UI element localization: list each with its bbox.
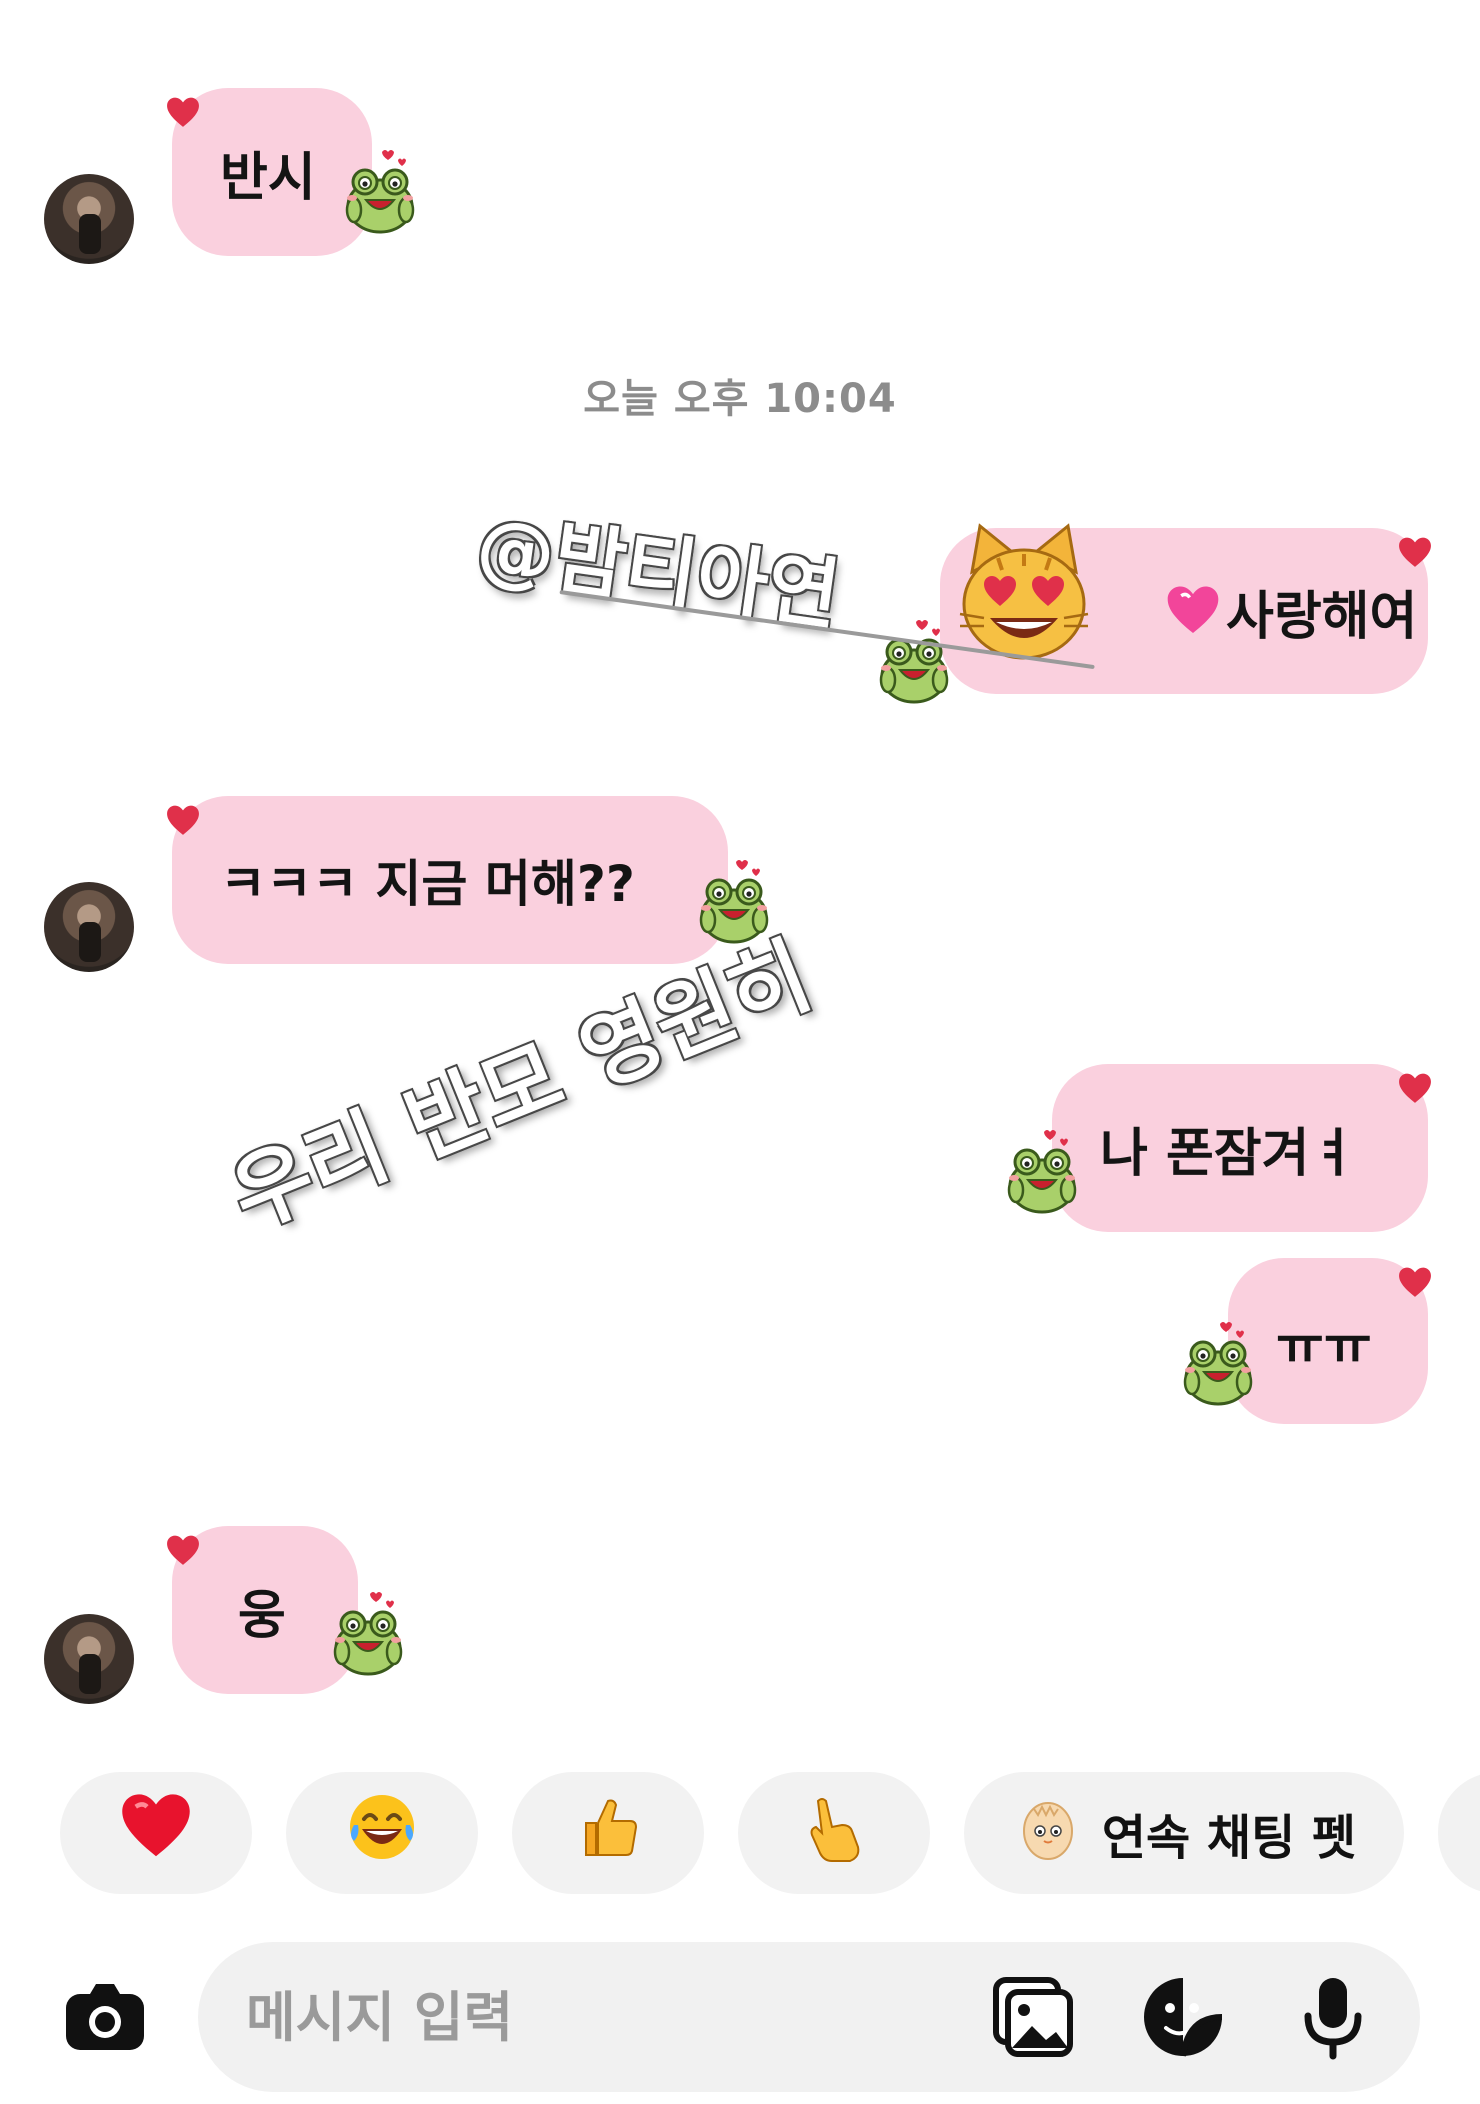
avatar[interactable] [44,174,134,264]
camera-icon [60,1972,150,2062]
heart-icon [120,1791,192,1875]
reaction-heart-icon [1398,536,1432,570]
quick-reaction-more[interactable] [1438,1772,1480,1894]
quick-reaction-bar: 연속 채팅 펫 [60,1772,1404,1894]
joy-emoji-icon [346,1791,418,1875]
frog-sticker-icon [340,148,420,234]
sticker-button[interactable] [1138,1972,1228,2062]
message-text: 반시 [220,147,316,208]
mention-overlay: @밤티아연 [470,501,845,642]
sparkle-heart-icon [1166,584,1220,638]
reaction-heart-icon [166,804,200,838]
heart-eyes-cat-icon [950,518,1098,666]
message-text: 사랑해여 [1226,586,1418,647]
avatar[interactable] [44,1614,134,1704]
thumbs-up-icon [572,1791,644,1875]
reaction-heart-icon [1398,1072,1432,1106]
message-text: ㅠㅠ [1276,1316,1372,1377]
message-bubble[interactable]: 나 폰잠겨ㅕ [1052,1064,1428,1232]
message-composer [198,1942,1420,2092]
reaction-heart-icon [166,1534,200,1568]
gallery-icon [988,1972,1078,2062]
frog-sticker-icon [1178,1320,1258,1406]
reaction-heart-icon [1398,1266,1432,1300]
quick-reaction-pointing-hand[interactable] [738,1772,930,1894]
frog-sticker-icon [874,618,954,704]
voice-button[interactable] [1288,1972,1378,2062]
message-text: 웅 [238,1585,286,1646]
timestamp: 오늘 오후 10:04 [583,376,897,422]
sticker-icon [1138,1972,1228,2062]
quick-reaction-thumbs-up[interactable] [512,1772,704,1894]
message-input[interactable] [246,1982,946,2052]
frog-sticker-icon [328,1590,408,1676]
camera-button[interactable] [60,1972,150,2062]
gallery-button[interactable] [988,1972,1078,2062]
message-text: 나 폰잠겨ㅕ [1100,1123,1358,1184]
message-text: ㅋㅋㅋ 지금 머해?? [220,855,635,913]
streak-chat-pet-button[interactable]: 연속 채팅 펫 [964,1772,1404,1894]
pointing-hand-icon [798,1791,870,1875]
streak-chat-pet-label: 연속 채팅 펫 [1101,1810,1357,1866]
message-bubble[interactable]: ㅋㅋㅋ 지금 머해?? [172,796,728,964]
quick-reaction-joy[interactable] [286,1772,478,1894]
quick-reaction-heart[interactable] [60,1772,252,1894]
avatar[interactable] [44,882,134,972]
egg-pet-icon [1012,1791,1084,1875]
microphone-icon [1288,1972,1378,2062]
frog-sticker-icon [1002,1128,1082,1214]
reaction-heart-icon [166,96,200,130]
